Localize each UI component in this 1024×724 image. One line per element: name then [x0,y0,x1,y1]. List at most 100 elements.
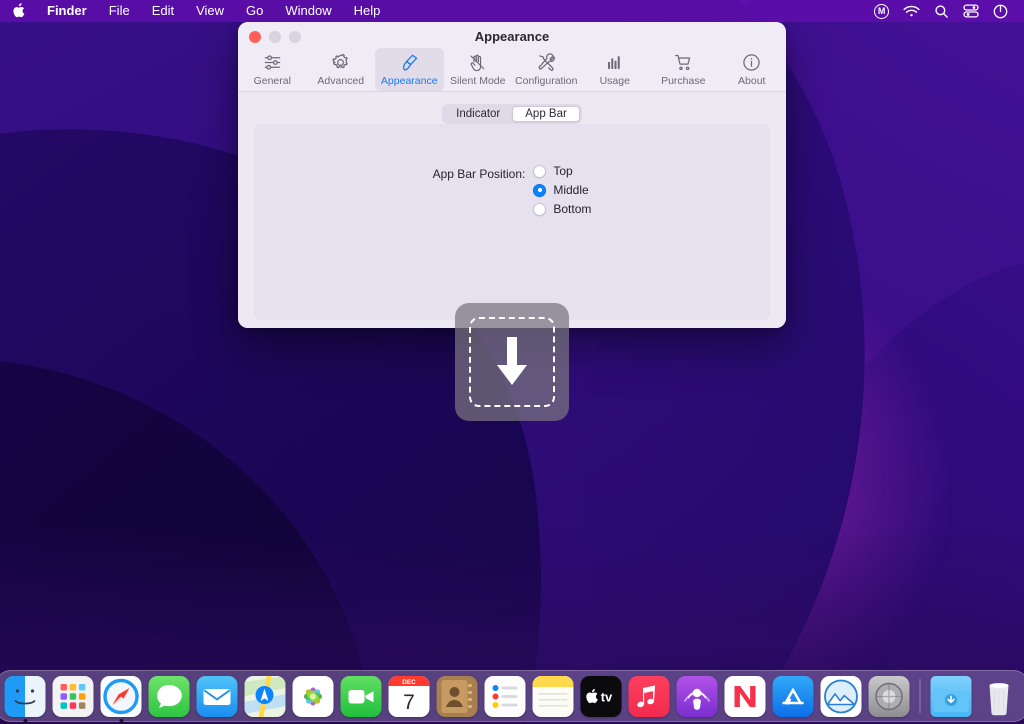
segment-indicator[interactable]: Indicator [444,106,512,122]
dock-item-system-preferences[interactable] [868,675,911,718]
dock-item-trash[interactable] [978,675,1021,718]
app-bar-position-label: App Bar Position: [432,167,526,181]
toolbar-item-appearance[interactable]: Appearance [375,48,444,91]
dock-item-finder[interactable] [4,675,47,723]
menu-item-window[interactable]: Window [274,2,342,20]
downloads-folder-icon [930,675,972,717]
view-segmented-control: Indicator App Bar [442,104,582,124]
toolbar-label-configuration: Configuration [515,75,578,87]
system-preferences-icon [868,675,910,717]
dock-item-podcasts[interactable] [676,675,719,718]
hand-stop-icon [468,52,487,72]
radio-option-middle[interactable]: Middle [533,183,591,197]
finder-icon [4,675,46,717]
dock-item-downloads[interactable] [930,675,973,718]
menu-item-edit[interactable]: Edit [141,2,185,20]
photos-icon [292,675,334,717]
menu-extra-m-badge[interactable]: M [874,3,889,19]
dock-item-contacts[interactable] [436,675,479,718]
radio-button-middle[interactable] [533,183,547,197]
calendar-icon: DEC 7 [388,675,430,717]
window-title: Appearance [474,29,550,44]
bar-chart-icon [605,52,624,72]
desktop-screen: Finder File Edit View Go Window Help M A… [0,0,1024,724]
toolbar-label-purchase: Purchase [661,75,706,87]
wifi-icon[interactable] [903,5,920,18]
appearance-settings-window: Appearance General Advanced Appearance S… [238,22,786,328]
toolbar-item-usage[interactable]: Usage [581,48,650,91]
menu-item-go[interactable]: Go [235,2,274,20]
toolbar-label-about: About [738,75,766,87]
toolbar-label-advanced: Advanced [317,75,365,87]
svg-text:tv: tv [601,689,613,704]
radio-label-top: Top [553,164,573,178]
settings-panel: App Bar Position: Top Middle Bottom [254,124,770,320]
reminders-icon [484,675,526,717]
safari-icon [100,675,142,717]
dock-item-tv[interactable]: tv [580,675,623,718]
radio-button-bottom[interactable] [533,202,547,216]
dock-item-photos[interactable] [292,675,335,718]
control-center-icon[interactable] [963,4,979,18]
tools-icon [537,52,556,72]
radio-label-middle: Middle [553,183,589,197]
running-indicator [23,718,27,723]
preview-icon [820,675,862,717]
dock: DEC 7 tv [0,670,1024,723]
trash-icon [979,676,1020,717]
segment-app-bar[interactable]: App Bar [512,106,580,122]
radio-label-bottom: Bottom [553,202,592,216]
segmented-control-wrap: Indicator App Bar [238,92,786,124]
toolbar-item-configuration[interactable]: Configuration [512,48,581,91]
toolbar-label-silent-mode: Silent Mode [450,75,506,87]
dock-item-reminders[interactable] [484,675,527,718]
dock-item-messages[interactable] [148,675,191,718]
toolbar-item-general[interactable]: General [238,48,307,91]
siri-icon[interactable] [993,4,1008,19]
menu-item-view[interactable]: View [185,2,235,20]
toolbar-item-advanced[interactable]: Advanced [307,48,376,91]
radio-option-top[interactable]: Top [533,164,591,178]
radio-button-top[interactable] [533,164,547,178]
shopping-cart-icon [674,52,693,72]
dock-item-safari[interactable] [100,675,143,723]
dock-item-app-store[interactable] [772,675,815,718]
dock-item-news[interactable] [724,675,767,718]
gear-icon [331,52,350,72]
window-toolbar: General Advanced Appearance Silent Mode … [238,48,786,91]
dock-item-calendar[interactable]: DEC 7 [388,675,431,718]
toolbar-item-purchase[interactable]: Purchase [649,48,718,91]
dock-item-preview[interactable] [820,675,863,718]
dock-item-mail[interactable] [196,675,239,718]
download-drop-target[interactable] [455,303,569,421]
menu-bar-items: Finder File Edit View Go Window Help [10,2,391,20]
svg-text:7: 7 [403,691,415,714]
dock-item-maps[interactable] [244,675,287,718]
podcasts-icon [676,675,718,717]
menu-item-help[interactable]: Help [343,2,392,20]
dock-item-facetime[interactable] [340,675,383,718]
toolbar-label-general: General [253,75,291,87]
dock-item-music[interactable] [628,675,671,718]
toolbar-label-usage: Usage [599,75,630,87]
search-icon[interactable] [934,4,949,19]
app-bar-position-options: Top Middle Bottom [533,164,591,216]
drop-dashed-border [469,317,555,407]
app-store-icon [772,675,814,717]
menu-bar-status-icons: M [874,3,1016,19]
menu-item-finder[interactable]: Finder [36,2,98,20]
dock-item-notes[interactable] [532,675,575,718]
toolbar-item-silent-mode[interactable]: Silent Mode [444,48,513,91]
toolbar-item-about[interactable]: About [718,48,787,91]
apple-menu-icon[interactable] [10,2,36,18]
notes-icon [532,675,574,717]
menu-bar: Finder File Edit View Go Window Help M [0,0,1024,22]
messages-icon [148,675,190,717]
radio-option-bottom[interactable]: Bottom [533,202,591,216]
launchpad-icon [52,675,94,717]
menu-item-file[interactable]: File [98,2,141,20]
sliders-icon [263,52,282,72]
dock-item-launchpad[interactable] [52,675,95,718]
window-titlebar: Appearance General Advanced Appearance S… [238,22,786,92]
app-bar-position-group: App Bar Position: Top Middle Bottom [254,164,770,216]
